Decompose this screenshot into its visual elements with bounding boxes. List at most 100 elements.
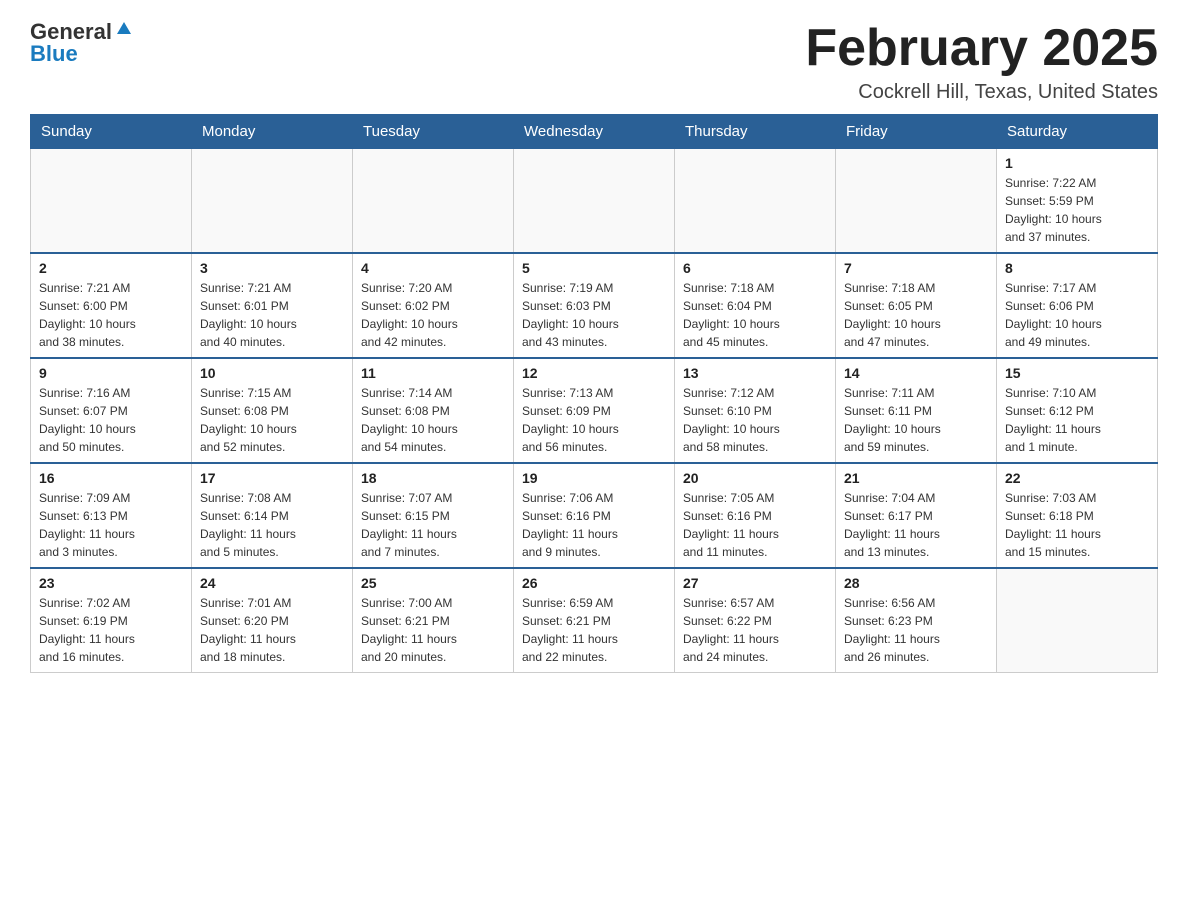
day-number: 23 — [39, 575, 183, 591]
day-number: 11 — [361, 365, 505, 381]
table-row: 26 Sunrise: 6:59 AMSunset: 6:21 PMDayligh… — [514, 568, 675, 673]
day-number: 12 — [522, 365, 666, 381]
table-row: 28Sunrise: 6:56 AMSunset: 6:23 PMDayligh… — [836, 568, 997, 673]
table-row: 14 Sunrise: 7:11 AMSunset: 6:11 PMDayligh… — [836, 358, 997, 463]
col-saturday: Saturday — [997, 115, 1158, 149]
day-number: 1 — [1005, 155, 1149, 171]
day-number: 6 — [683, 260, 827, 276]
table-row — [836, 149, 997, 254]
day-number: 21 — [844, 470, 988, 486]
table-row: 18Sunrise: 7:07 AMSunset: 6:15 PMDayligh… — [353, 463, 514, 568]
table-row: 22 Sunrise: 7:03 AMSunset: 6:18 PMDayligh… — [997, 463, 1158, 568]
day-number: 10 — [200, 365, 344, 381]
table-row — [31, 149, 192, 254]
day-info: Sunrise: 7:22 AMSunset: 5:59 PMDaylight:… — [1005, 174, 1149, 246]
table-row: 7Sunrise: 7:18 AMSunset: 6:05 PMDaylight… — [836, 253, 997, 358]
day-number: 27 — [683, 575, 827, 591]
day-number: 25 — [361, 575, 505, 591]
day-info: Sunrise: 7:14 AMSunset: 6:08 PMDaylight:… — [361, 384, 505, 456]
day-number: 17 — [200, 470, 344, 486]
table-row: 27 Sunrise: 6:57 AMSunset: 6:22 PMDayligh… — [675, 568, 836, 673]
table-row: 19 Sunrise: 7:06 AMSunset: 6:16 PMDayligh… — [514, 463, 675, 568]
table-row — [192, 149, 353, 254]
col-tuesday: Tuesday — [353, 115, 514, 149]
day-info: Sunrise: 7:19 AMSunset: 6:03 PMDaylight:… — [522, 279, 666, 351]
month-title: February 2025 — [805, 20, 1158, 77]
day-info: Sunrise: 6:56 AMSunset: 6:23 PMDaylight:… — [844, 594, 988, 666]
col-wednesday: Wednesday — [514, 115, 675, 149]
table-row: 20 Sunrise: 7:05 AMSunset: 6:16 PMDayligh… — [675, 463, 836, 568]
day-info: Sunrise: 7:16 AMSunset: 6:07 PMDaylight:… — [39, 384, 183, 456]
table-row: 21Sunrise: 7:04 AMSunset: 6:17 PMDayligh… — [836, 463, 997, 568]
day-number: 20 — [683, 470, 827, 486]
logo: General Blue — [30, 20, 133, 65]
day-info: Sunrise: 7:05 AMSunset: 6:16 PMDaylight:… — [683, 489, 827, 561]
day-info: Sunrise: 7:02 AMSunset: 6:19 PMDaylight:… — [39, 594, 183, 666]
day-number: 26 — [522, 575, 666, 591]
day-number: 15 — [1005, 365, 1149, 381]
day-number: 5 — [522, 260, 666, 276]
day-number: 22 — [1005, 470, 1149, 486]
day-info: Sunrise: 7:17 AMSunset: 6:06 PMDaylight:… — [1005, 279, 1149, 351]
table-row: 3Sunrise: 7:21 AMSunset: 6:01 PMDaylight… — [192, 253, 353, 358]
calendar-week-row: 16 Sunrise: 7:09 AMSunset: 6:13 PMDayligh… — [31, 463, 1158, 568]
logo-blue-text: Blue — [30, 43, 78, 65]
logo-triangle-icon — [115, 18, 133, 41]
table-row: 6 Sunrise: 7:18 AMSunset: 6:04 PMDaylight… — [675, 253, 836, 358]
col-friday: Friday — [836, 115, 997, 149]
calendar-week-row: 1 Sunrise: 7:22 AMSunset: 5:59 PMDaylight… — [31, 149, 1158, 254]
title-block: February 2025 Cockrell Hill, Texas, Unit… — [805, 20, 1158, 104]
logo-general-text: General — [30, 21, 112, 43]
day-number: 14 — [844, 365, 988, 381]
day-info: Sunrise: 7:20 AMSunset: 6:02 PMDaylight:… — [361, 279, 505, 351]
day-info: Sunrise: 7:13 AMSunset: 6:09 PMDaylight:… — [522, 384, 666, 456]
table-row: 2 Sunrise: 7:21 AMSunset: 6:00 PMDaylight… — [31, 253, 192, 358]
table-row: 9Sunrise: 7:16 AMSunset: 6:07 PMDaylight… — [31, 358, 192, 463]
table-row: 24 Sunrise: 7:01 AMSunset: 6:20 PMDayligh… — [192, 568, 353, 673]
day-info: Sunrise: 7:00 AMSunset: 6:21 PMDaylight:… — [361, 594, 505, 666]
calendar-header-row: Sunday Monday Tuesday Wednesday Thursday… — [31, 115, 1158, 149]
day-number: 4 — [361, 260, 505, 276]
day-info: Sunrise: 7:12 AMSunset: 6:10 PMDaylight:… — [683, 384, 827, 456]
calendar-week-row: 9Sunrise: 7:16 AMSunset: 6:07 PMDaylight… — [31, 358, 1158, 463]
table-row: 11 Sunrise: 7:14 AMSunset: 6:08 PMDayligh… — [353, 358, 514, 463]
day-info: Sunrise: 6:57 AMSunset: 6:22 PMDaylight:… — [683, 594, 827, 666]
day-number: 19 — [522, 470, 666, 486]
table-row: 23 Sunrise: 7:02 AMSunset: 6:19 PMDayligh… — [31, 568, 192, 673]
day-number: 8 — [1005, 260, 1149, 276]
page-header: General Blue February 2025 Cockrell Hill… — [30, 20, 1158, 104]
day-info: Sunrise: 7:08 AMSunset: 6:14 PMDaylight:… — [200, 489, 344, 561]
table-row: 25 Sunrise: 7:00 AMSunset: 6:21 PMDayligh… — [353, 568, 514, 673]
col-thursday: Thursday — [675, 115, 836, 149]
col-sunday: Sunday — [31, 115, 192, 149]
day-number: 2 — [39, 260, 183, 276]
day-number: 24 — [200, 575, 344, 591]
day-number: 16 — [39, 470, 183, 486]
day-info: Sunrise: 7:10 AMSunset: 6:12 PMDaylight:… — [1005, 384, 1149, 456]
col-monday: Monday — [192, 115, 353, 149]
day-info: Sunrise: 7:06 AMSunset: 6:16 PMDaylight:… — [522, 489, 666, 561]
location-text: Cockrell Hill, Texas, United States — [805, 81, 1158, 104]
table-row — [675, 149, 836, 254]
day-info: Sunrise: 6:59 AMSunset: 6:21 PMDaylight:… — [522, 594, 666, 666]
day-info: Sunrise: 7:09 AMSunset: 6:13 PMDaylight:… — [39, 489, 183, 561]
day-info: Sunrise: 7:01 AMSunset: 6:20 PMDaylight:… — [200, 594, 344, 666]
day-info: Sunrise: 7:15 AMSunset: 6:08 PMDaylight:… — [200, 384, 344, 456]
table-row: 12 Sunrise: 7:13 AMSunset: 6:09 PMDayligh… — [514, 358, 675, 463]
day-info: Sunrise: 7:21 AMSunset: 6:00 PMDaylight:… — [39, 279, 183, 351]
table-row: 5 Sunrise: 7:19 AMSunset: 6:03 PMDaylight… — [514, 253, 675, 358]
day-info: Sunrise: 7:03 AMSunset: 6:18 PMDaylight:… — [1005, 489, 1149, 561]
table-row: 15 Sunrise: 7:10 AMSunset: 6:12 PMDayligh… — [997, 358, 1158, 463]
table-row — [353, 149, 514, 254]
day-number: 7 — [844, 260, 988, 276]
day-info: Sunrise: 7:21 AMSunset: 6:01 PMDaylight:… — [200, 279, 344, 351]
table-row: 10 Sunrise: 7:15 AMSunset: 6:08 PMDayligh… — [192, 358, 353, 463]
day-number: 18 — [361, 470, 505, 486]
day-info: Sunrise: 7:18 AMSunset: 6:04 PMDaylight:… — [683, 279, 827, 351]
calendar-week-row: 23 Sunrise: 7:02 AMSunset: 6:19 PMDayligh… — [31, 568, 1158, 673]
calendar-table: Sunday Monday Tuesday Wednesday Thursday… — [30, 114, 1158, 673]
day-info: Sunrise: 7:11 AMSunset: 6:11 PMDaylight:… — [844, 384, 988, 456]
table-row — [997, 568, 1158, 673]
table-row: 8 Sunrise: 7:17 AMSunset: 6:06 PMDaylight… — [997, 253, 1158, 358]
table-row: 13Sunrise: 7:12 AMSunset: 6:10 PMDayligh… — [675, 358, 836, 463]
